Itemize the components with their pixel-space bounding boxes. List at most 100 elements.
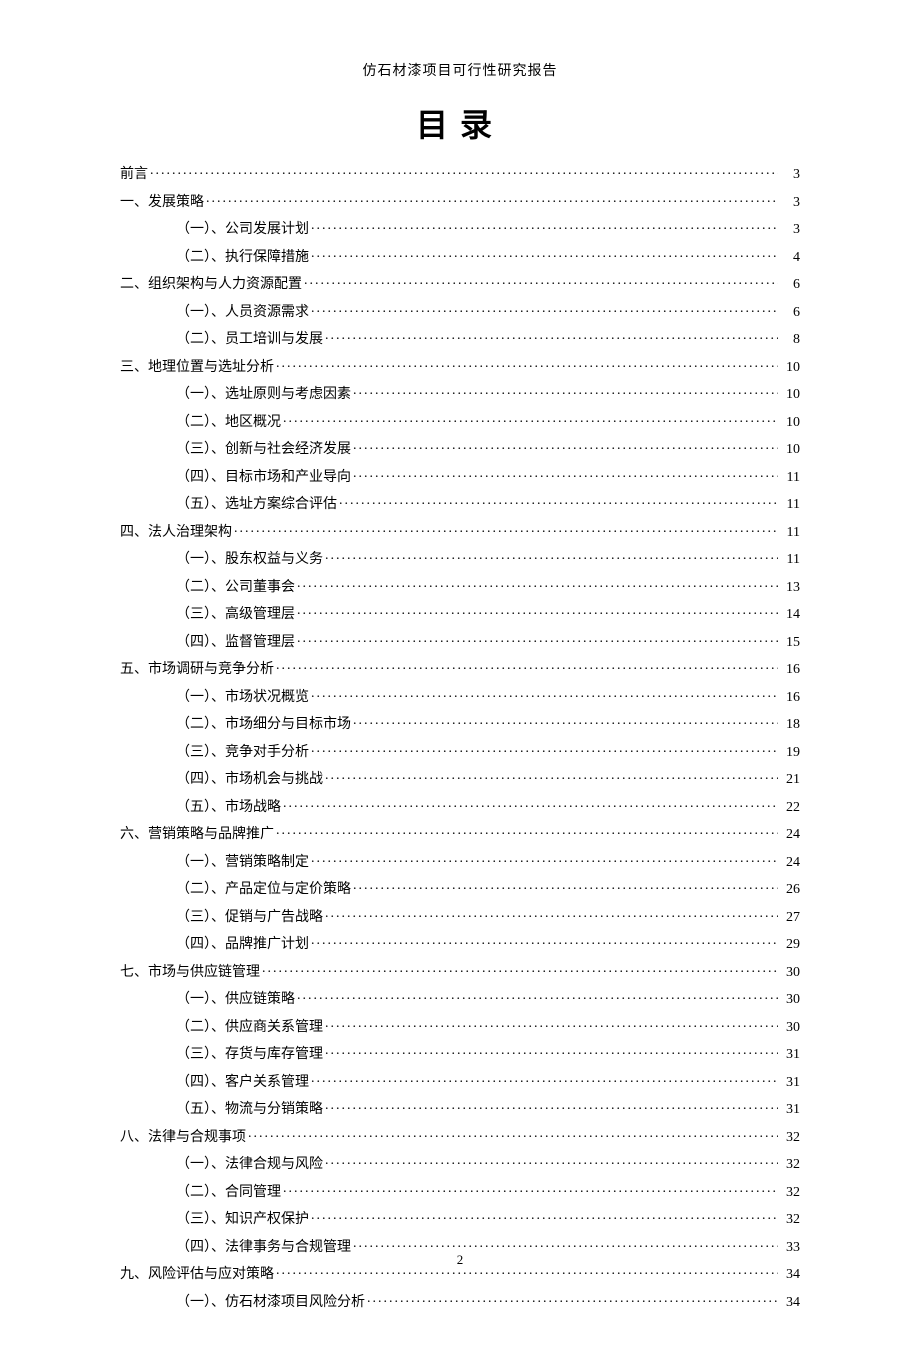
toc-entry[interactable]: 六、营销策略与品牌推广24 [120, 824, 800, 842]
toc-entry-page: 11 [780, 553, 800, 567]
toc-entry-page: 4 [780, 251, 800, 265]
toc-entry-label: 前言 [120, 168, 148, 182]
toc-entry-label: （三）、竞争对手分析 [176, 746, 309, 760]
toc-entry[interactable]: （一）、供应链策略30 [120, 989, 800, 1007]
toc-leader-dots [311, 219, 778, 233]
toc-entry[interactable]: （一）、营销策略制定24 [120, 852, 800, 870]
toc-entry[interactable]: 四、法人治理架构11 [120, 522, 800, 540]
toc-entry-page: 14 [780, 608, 800, 622]
toc-entry[interactable]: （一）、股东权益与义务 11 [120, 549, 800, 567]
toc-entry[interactable]: （二）、员工培训与发展8 [120, 329, 800, 347]
toc-entry[interactable]: 二、组织架构与人力资源配置 6 [120, 274, 800, 292]
toc-entry-page: 6 [780, 278, 800, 292]
toc-entry-page: 30 [780, 1021, 800, 1035]
toc-entry-label: （三）、高级管理层 [176, 608, 295, 622]
toc-entry[interactable]: （二）、合同管理32 [120, 1182, 800, 1200]
toc-entry-page: 21 [780, 773, 800, 787]
toc-leader-dots [353, 439, 778, 453]
toc-entry[interactable]: （二）、地区概况 10 [120, 412, 800, 430]
toc-entry-page: 16 [780, 691, 800, 705]
toc-entry-label: （一）、营销策略制定 [176, 856, 309, 870]
toc-entry-page: 11 [780, 498, 800, 512]
toc-entry-page: 32 [780, 1213, 800, 1227]
toc-leader-dots [297, 577, 778, 591]
toc-entry-label: （一）、公司发展计划 [176, 223, 309, 237]
toc-entry-page: 32 [780, 1131, 800, 1145]
toc-entry[interactable]: （四）、品牌推广计划29 [120, 934, 800, 952]
toc-entry[interactable]: （二）、供应商关系管理30 [120, 1017, 800, 1035]
toc-entry[interactable]: （四）、客户关系管理31 [120, 1072, 800, 1090]
toc-entry[interactable]: （二）、执行保障措施4 [120, 247, 800, 265]
toc-entry-label: 一、发展策略 [120, 196, 204, 210]
toc-leader-dots [297, 604, 778, 618]
toc-entry[interactable]: 五、市场调研与竞争分析16 [120, 659, 800, 677]
toc-entry-page: 11 [780, 471, 800, 485]
toc-leader-dots [311, 742, 778, 756]
toc-entry-label: 四、法人治理架构 [120, 526, 232, 540]
toc-entry[interactable]: （五）、选址方案综合评估11 [120, 494, 800, 512]
toc-leader-dots [276, 824, 778, 838]
toc-entry-label: （一）、股东权益与义务 [176, 553, 323, 567]
toc-leader-dots [248, 1127, 778, 1141]
toc-entry[interactable]: （二）、市场细分与目标市场18 [120, 714, 800, 732]
toc-entry-label: （二）、合同管理 [176, 1186, 281, 1200]
toc-entry[interactable]: （三）、竞争对手分析19 [120, 742, 800, 760]
toc-entry[interactable]: 前言3 [120, 164, 800, 182]
toc-leader-dots [150, 164, 778, 178]
toc-leader-dots [353, 384, 778, 398]
toc-leader-dots [283, 797, 778, 811]
toc-entry[interactable]: （三）、促销与广告战略 27 [120, 907, 800, 925]
toc-entry-page: 32 [780, 1158, 800, 1172]
toc-leader-dots [325, 907, 778, 921]
toc-entry[interactable]: （二）、公司董事会13 [120, 577, 800, 595]
toc-entry[interactable]: （一）、法律合规与风险32 [120, 1154, 800, 1172]
toc-entry-page: 10 [780, 388, 800, 402]
toc-entry-page: 29 [780, 938, 800, 952]
toc-entry[interactable]: （三）、高级管理层 14 [120, 604, 800, 622]
toc-entry[interactable]: （二）、产品定位与定价策略26 [120, 879, 800, 897]
toc-leader-dots [325, 549, 778, 563]
toc-leader-dots [276, 357, 778, 371]
toc-entry[interactable]: （四）、监督管理层15 [120, 632, 800, 650]
toc-entry[interactable]: 三、地理位置与选址分析10 [120, 357, 800, 375]
toc-entry-page: 30 [780, 993, 800, 1007]
toc-entry[interactable]: （三）、知识产权保护32 [120, 1209, 800, 1227]
toc-leader-dots [234, 522, 778, 536]
toc-entry[interactable]: （四）、市场机会与挑战21 [120, 769, 800, 787]
toc-entry-page: 3 [780, 196, 800, 210]
toc-entry[interactable]: （五）、物流与分销策略31 [120, 1099, 800, 1117]
toc-entry[interactable]: （四）、目标市场和产业导向11 [120, 467, 800, 485]
toc-entry-label: （一）、人员资源需求 [176, 306, 309, 320]
toc-entry-page: 34 [780, 1268, 800, 1282]
toc-entry-page: 8 [780, 333, 800, 347]
toc-entry[interactable]: （三）、存货与库存管理31 [120, 1044, 800, 1062]
toc-entry-page: 10 [780, 416, 800, 430]
toc-entry[interactable]: （一）、仿石材漆项目风险分析34 [120, 1292, 800, 1310]
toc-entry[interactable]: （一）、公司发展计划3 [120, 219, 800, 237]
toc-entry[interactable]: 八、法律与合规事项 32 [120, 1127, 800, 1145]
toc-entry-page: 26 [780, 883, 800, 897]
toc-entry[interactable]: （五）、市场战略22 [120, 797, 800, 815]
toc-entry[interactable]: （一）、选址原则与考虑因素10 [120, 384, 800, 402]
toc-entry-label: 二、组织架构与人力资源配置 [120, 278, 302, 292]
toc-entry[interactable]: （一）、市场状况概览16 [120, 687, 800, 705]
toc-entry-page: 24 [780, 828, 800, 842]
toc-leader-dots [311, 687, 778, 701]
toc-entry-label: （三）、促销与广告战略 [176, 911, 323, 925]
toc-entry[interactable]: （一）、人员资源需求6 [120, 302, 800, 320]
toc-entry[interactable]: （三）、创新与社会经济发展10 [120, 439, 800, 457]
toc-entry-page: 10 [780, 361, 800, 375]
toc-entry-page: 31 [780, 1103, 800, 1117]
toc-entry-label: 八、法律与合规事项 [120, 1131, 246, 1145]
toc-entry-page: 18 [780, 718, 800, 732]
toc-entry-page: 10 [780, 443, 800, 457]
document-header: 仿石材漆项目可行性研究报告 [120, 60, 800, 80]
toc-leader-dots [262, 962, 778, 976]
toc-leader-dots [325, 1099, 778, 1113]
toc-entry-label: （二）、地区概况 [176, 416, 281, 430]
toc-entry[interactable]: 七、市场与供应链管理30 [120, 962, 800, 980]
toc-leader-dots [311, 247, 778, 261]
document-page: 仿石材漆项目可行性研究报告 目录 前言3一、发展策略3（一）、公司发展计划3（二… [0, 0, 920, 1359]
toc-entry[interactable]: 一、发展策略 3 [120, 192, 800, 210]
toc-entry-page: 27 [780, 911, 800, 925]
